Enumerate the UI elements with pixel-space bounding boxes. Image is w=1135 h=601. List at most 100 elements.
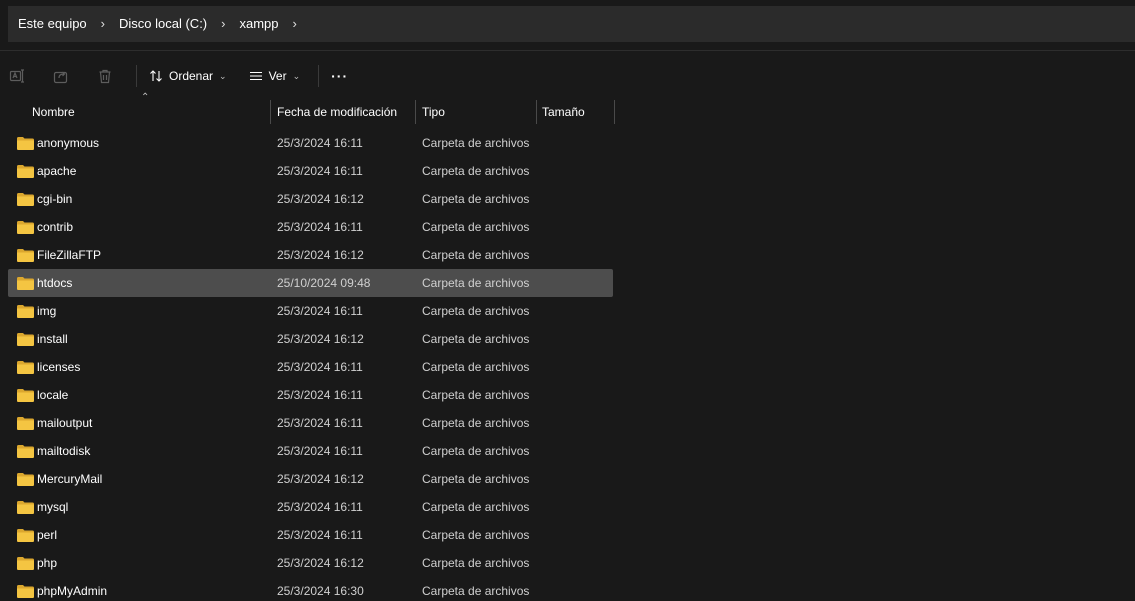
rename-icon[interactable] [8,67,26,85]
column-divider[interactable] [536,100,537,124]
file-modified-date: 25/3/2024 16:12 [277,248,364,262]
chevron-down-icon: ⌄ [219,70,227,81]
file-type: Carpeta de archivos [422,416,530,430]
file-name: mysql [37,500,69,514]
file-row[interactable]: img 25/3/2024 16:11 Carpeta de archivos [8,297,613,325]
file-name: contrib [37,220,74,234]
file-row[interactable]: licenses 25/3/2024 16:11 Carpeta de archiv… [8,353,613,381]
folder-icon [17,557,34,570]
chevron-right-icon[interactable]: › [293,16,297,31]
file-row[interactable]: mailtodisk 25/3/2024 16:11 Carpeta de arch… [8,437,613,465]
file-modified-date: 25/3/2024 16:12 [277,556,364,570]
sort-button-label: Ordenar [169,69,214,83]
file-type: Carpeta de archivos [422,360,530,374]
folder-icon [17,417,34,430]
folder-icon [17,529,34,542]
file-type: Carpeta de archivos [422,220,530,234]
chevron-right-icon[interactable]: › [101,16,105,31]
share-icon[interactable] [52,67,70,85]
file-list: anonymous 25/3/2024 16:11 Carpeta de archi… [8,129,613,601]
column-header-size[interactable]: Tamaño [542,98,585,126]
file-row[interactable]: htdocs 25/10/2024 09:48 Carpeta de archivo… [8,269,613,297]
folder-icon [17,137,34,150]
view-icon [249,71,262,81]
folder-icon [17,277,34,290]
file-modified-date: 25/3/2024 16:11 [277,164,363,178]
folder-icon [17,445,34,458]
file-name: cgi-bin [37,192,73,206]
sort-icon [150,70,162,82]
file-type: Carpeta de archivos [422,332,530,346]
file-name: install [37,332,68,346]
file-name: MercuryMail [37,472,103,486]
chevron-right-icon[interactable]: › [221,16,225,31]
file-name: perl [37,528,58,542]
file-type: Carpeta de archivos [422,472,530,486]
file-modified-date: 25/3/2024 16:11 [277,500,363,514]
folder-icon [17,165,34,178]
file-type: Carpeta de archivos [422,304,530,318]
file-row[interactable]: locale 25/3/2024 16:11 Carpeta de archivos [8,381,613,409]
sort-ascending-icon: ⌃ [141,92,150,103]
file-type: Carpeta de archivos [422,164,530,178]
file-type: Carpeta de archivos [422,388,530,402]
file-modified-date: 25/3/2024 16:12 [277,472,364,486]
folder-icon [17,249,34,262]
breadcrumb[interactable]: Este equipo › Disco local (C:) › xampp › [8,6,1135,42]
more-options-button[interactable]: ··· [331,68,348,84]
folder-icon [17,473,34,486]
column-header-name[interactable]: Nombre [32,98,75,126]
column-divider[interactable] [614,100,615,124]
file-modified-date: 25/3/2024 16:11 [277,444,363,458]
folder-icon [17,389,34,402]
column-divider[interactable] [270,100,271,124]
file-type: Carpeta de archivos [422,528,530,542]
file-name: locale [37,388,69,402]
column-header-type[interactable]: Tipo [422,98,445,126]
view-button[interactable]: Ver ⌄ [249,69,300,83]
folder-icon [17,221,34,234]
file-row[interactable]: anonymous 25/3/2024 16:11 Carpeta de archi… [8,129,613,157]
file-row[interactable]: MercuryMail 25/3/2024 16:12 Carpeta de arc… [8,465,613,493]
command-bar: Ordenar ⌄ Ver ⌄ ··· [8,60,348,92]
folder-icon [17,193,34,206]
file-modified-date: 25/3/2024 16:11 [277,388,363,402]
file-name: htdocs [37,276,73,290]
file-row[interactable]: install 25/3/2024 16:12 Carpeta de archivo… [8,325,613,353]
file-row[interactable]: mysql 25/3/2024 16:11 Carpeta de archivos [8,493,613,521]
file-row[interactable]: perl 25/3/2024 16:11 Carpeta de archivos [8,521,613,549]
file-row[interactable]: apache 25/3/2024 16:11 Carpeta de archivos [8,157,613,185]
folder-icon [17,361,34,374]
file-row[interactable]: phpMyAdmin 25/3/2024 16:30 Carpeta de arch… [8,577,613,601]
breadcrumb-item-disco-local[interactable]: Disco local (C:) [119,13,207,34]
column-header-modified[interactable]: Fecha de modificación [277,98,397,126]
file-type: Carpeta de archivos [422,584,530,598]
file-row[interactable]: php 25/3/2024 16:12 Carpeta de archivos [8,549,613,577]
file-type: Carpeta de archivos [422,136,530,150]
file-name: phpMyAdmin [37,584,108,598]
file-row[interactable]: cgi-bin 25/3/2024 16:12 Carpeta de archivo… [8,185,613,213]
view-button-label: Ver [268,69,287,83]
file-type: Carpeta de archivos [422,556,530,570]
sort-button[interactable]: Ordenar ⌄ [149,69,227,83]
file-row[interactable]: contrib 25/3/2024 16:11 Carpeta de archivo… [8,213,613,241]
folder-icon [17,501,34,514]
column-headers: ⌃ Nombre Fecha de modificación Tipo Tama… [0,92,1135,126]
file-row[interactable]: FileZillaFTP 25/3/2024 16:12 Carpeta de ar… [8,241,613,269]
file-row[interactable]: mailoutput 25/3/2024 16:11 Carpeta de arch… [8,409,613,437]
address-divider [0,50,1135,51]
file-type: Carpeta de archivos [422,444,530,458]
file-type: Carpeta de archivos [422,192,530,206]
file-name: mailtodisk [37,444,91,458]
column-divider[interactable] [415,100,416,124]
file-modified-date: 25/3/2024 16:11 [277,360,363,374]
file-modified-date: 25/3/2024 16:12 [277,192,364,206]
file-name: apache [37,164,77,178]
file-modified-date: 25/3/2024 16:11 [277,136,363,150]
file-type: Carpeta de archivos [422,276,530,290]
breadcrumb-item-este-equipo[interactable]: Este equipo [18,13,87,34]
file-name: mailoutput [37,416,93,430]
file-type: Carpeta de archivos [422,500,530,514]
delete-icon[interactable] [96,67,114,85]
breadcrumb-item-xampp[interactable]: xampp [239,13,278,34]
